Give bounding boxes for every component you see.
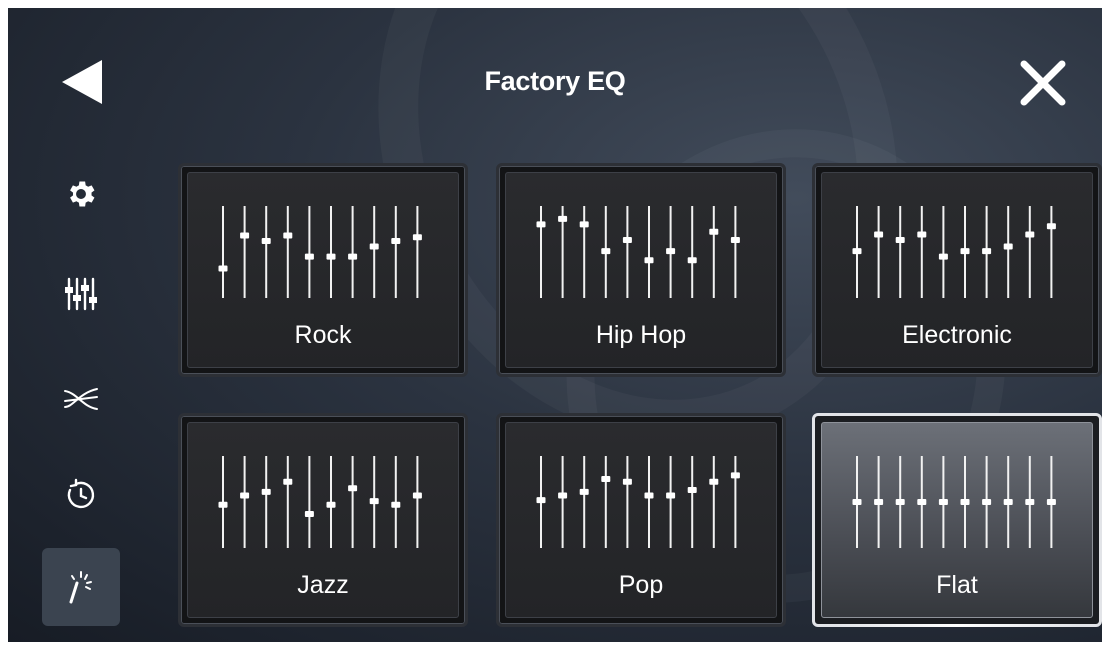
preset-flat[interactable]: Flat bbox=[812, 413, 1102, 627]
eq-sliders-graphic bbox=[536, 456, 740, 548]
sidebar-item-time-alignment[interactable] bbox=[42, 456, 120, 534]
magic-wand-icon bbox=[69, 571, 92, 604]
eq-band-knob bbox=[730, 472, 740, 479]
eq-band-knob bbox=[874, 231, 884, 238]
eq-band-knob bbox=[412, 492, 422, 499]
eq-band-knob bbox=[536, 221, 546, 228]
preset-label: Electronic bbox=[902, 321, 1012, 349]
eq-band-knob bbox=[558, 215, 568, 222]
eq-band-knob bbox=[391, 501, 401, 508]
eq-band-knob bbox=[536, 497, 546, 504]
gear-icon bbox=[70, 181, 95, 207]
eq-band-knob bbox=[283, 232, 293, 239]
eq-band-knob bbox=[369, 498, 379, 505]
eq-band-knob bbox=[1046, 499, 1056, 505]
eq-band-knob bbox=[240, 492, 250, 499]
eq-band-knob bbox=[579, 488, 589, 495]
eq-band-knob bbox=[666, 248, 676, 255]
eq-band-knob bbox=[1003, 499, 1013, 505]
crossover-icon bbox=[64, 388, 98, 410]
eq-band-knob bbox=[960, 499, 970, 505]
eq-band-knob bbox=[687, 487, 697, 494]
eq-band-knob bbox=[938, 499, 948, 505]
eq-band-knob bbox=[895, 237, 905, 244]
preset-hip-hop[interactable]: Hip Hop bbox=[496, 163, 786, 377]
eq-band-knob bbox=[917, 499, 927, 505]
eq-band-knob bbox=[644, 257, 654, 264]
eq-band-knob bbox=[852, 499, 862, 505]
eq-sliders-graphic bbox=[218, 456, 422, 548]
factory-eq-screen: Factory EQ Rock Hip Hop Electronic Jazz … bbox=[8, 8, 1102, 642]
sidebar-item-factory-eq[interactable] bbox=[42, 548, 120, 626]
eq-band-knob bbox=[240, 232, 250, 239]
eq-sliders-graphic bbox=[536, 206, 740, 298]
eq-band-knob bbox=[1025, 231, 1035, 238]
preset-jazz[interactable]: Jazz bbox=[178, 413, 468, 627]
eq-band-knob bbox=[960, 248, 970, 255]
eq-band-knob bbox=[369, 243, 379, 250]
eq-band-knob bbox=[709, 478, 719, 485]
eq-band-knob bbox=[938, 253, 948, 260]
eq-band-knob bbox=[1046, 223, 1056, 230]
eq-band-knob bbox=[687, 257, 697, 264]
eq-band-knob bbox=[1003, 243, 1013, 250]
eq-band-knob bbox=[852, 248, 862, 255]
eq-band-knob bbox=[391, 237, 401, 244]
eq-band-knob bbox=[874, 499, 884, 505]
eq-band-knob bbox=[579, 221, 589, 228]
eq-band-knob bbox=[666, 492, 676, 499]
eq-band-knob bbox=[730, 237, 740, 244]
eq-band-knob bbox=[304, 510, 314, 517]
eq-band-knob bbox=[412, 234, 422, 241]
preset-label: Flat bbox=[936, 571, 978, 599]
eq-band-knob bbox=[326, 253, 336, 260]
sidebar-item-settings[interactable] bbox=[42, 155, 120, 233]
eq-band-knob bbox=[304, 253, 314, 260]
eq-sliders-graphic bbox=[852, 456, 1056, 548]
preset-pop[interactable]: Pop bbox=[496, 413, 786, 627]
eq-band-knob bbox=[709, 228, 719, 235]
eq-band-knob bbox=[895, 499, 905, 505]
sidebar-item-crossover[interactable] bbox=[42, 360, 120, 438]
eq-band-knob bbox=[917, 231, 927, 238]
eq-band-knob bbox=[261, 237, 271, 244]
eq-band-knob bbox=[1025, 499, 1035, 505]
eq-band-knob bbox=[982, 248, 992, 255]
preset-label: Rock bbox=[294, 321, 352, 349]
eq-band-knob bbox=[261, 488, 271, 495]
eq-band-knob bbox=[644, 492, 654, 499]
time-restore-icon bbox=[67, 478, 95, 509]
preset-electronic[interactable]: Electronic bbox=[812, 163, 1102, 377]
page-title: Factory EQ bbox=[484, 66, 626, 96]
eq-sliders-graphic bbox=[218, 206, 422, 298]
eq-band-knob bbox=[348, 253, 358, 260]
eq-band-knob bbox=[601, 248, 611, 255]
eq-band-knob bbox=[218, 501, 228, 508]
eq-sliders-graphic bbox=[852, 206, 1056, 298]
close-button[interactable] bbox=[1018, 60, 1068, 106]
eq-band-knob bbox=[601, 476, 611, 482]
eq-band-knob bbox=[622, 237, 632, 244]
eq-band-knob bbox=[218, 265, 228, 272]
eq-band-knob bbox=[348, 485, 358, 492]
preset-label: Pop bbox=[618, 571, 664, 599]
preset-label: Hip Hop bbox=[595, 321, 687, 349]
preset-label: Jazz bbox=[297, 571, 349, 599]
eq-band-knob bbox=[558, 492, 568, 499]
sliders-icon bbox=[65, 277, 97, 311]
sidebar-item-equalizer[interactable] bbox=[42, 255, 120, 333]
eq-band-knob bbox=[326, 501, 336, 508]
close-icon bbox=[1020, 60, 1066, 106]
eq-band-knob bbox=[283, 478, 293, 485]
eq-band-knob bbox=[622, 478, 632, 485]
eq-band-knob bbox=[982, 499, 992, 505]
preset-rock[interactable]: Rock bbox=[178, 163, 468, 377]
